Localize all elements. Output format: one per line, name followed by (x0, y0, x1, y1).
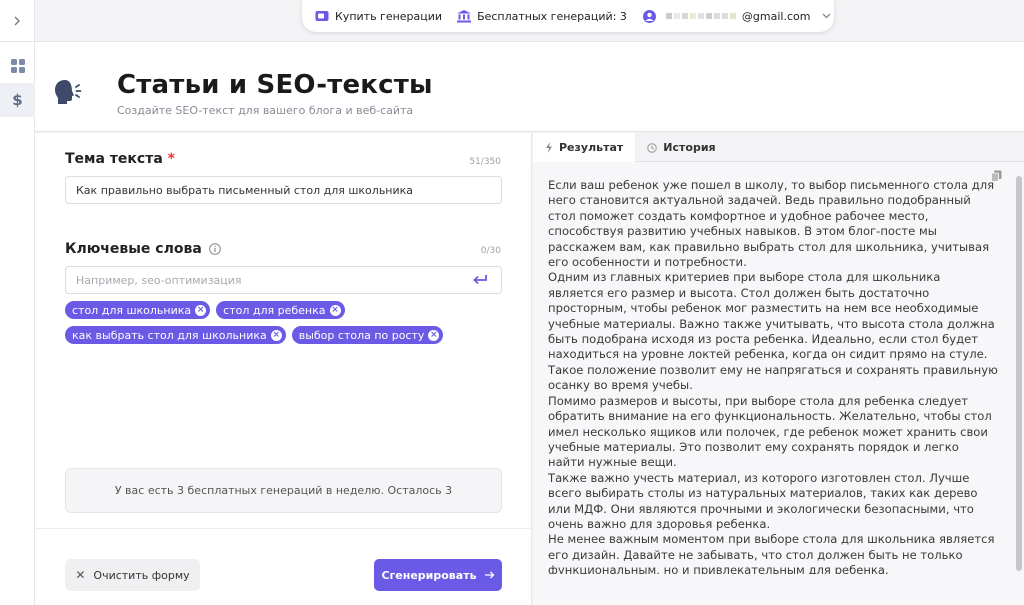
result-text: Если ваш ребенок уже пошел в школу, то в… (548, 178, 998, 574)
tab-result-label: Результат (559, 141, 624, 154)
tag-label: как выбрать стол для школьника (72, 328, 267, 342)
clock-icon (647, 142, 658, 153)
result-paragraph: Также важно учесть материал, из которого… (548, 470, 978, 531)
tab-history[interactable]: История (635, 133, 727, 162)
keywords-input[interactable]: Например, seo-оптимизация (65, 266, 502, 294)
info-icon[interactable] (208, 243, 221, 255)
result-paragraph: Если ваш ребенок уже пошел в школу, то в… (548, 178, 995, 270)
keyword-tag[interactable]: выбор стола по росту × (291, 326, 444, 344)
email-redacted (665, 13, 736, 19)
page-subtitle: Создайте SEO-текст для вашего блога и ве… (117, 104, 414, 117)
tab-history-label: История (663, 141, 716, 154)
page-title: Статьи и SEO-тексты (117, 70, 433, 100)
page-header: Статьи и SEO-тексты Создайте SEO-текст д… (35, 42, 1024, 132)
tag-label: стол для ребенка (223, 303, 326, 317)
result-panel: Результат История Если ваш ребенок уже п… (533, 133, 1024, 605)
tag-label: стол для школьника (72, 303, 192, 317)
topic-input[interactable]: Как правильно выбрать письменный стол дл… (65, 176, 502, 204)
generate-button[interactable]: Сгенерировать (374, 559, 502, 591)
chevron-right-icon (14, 16, 20, 25)
result-paragraph: Помимо размеров и высоты, при выборе сто… (548, 393, 992, 470)
keyword-tags: стол для школьника × стол для ребенка × ка… (65, 301, 502, 351)
topic-label-text: Тема текста (65, 151, 163, 167)
enter-icon[interactable] (472, 274, 488, 286)
keywords-counter: 0/30 (480, 246, 501, 256)
chevron-down-icon (822, 13, 831, 19)
free-generations-notice: У вас есть 3 бесплатных генераций в неде… (65, 468, 502, 513)
generate-label: Сгенерировать (381, 568, 477, 582)
remove-tag-icon[interactable]: × (329, 304, 341, 316)
top-bar: Купить генерации Бесплатных генераций: 3… (35, 0, 1024, 42)
close-icon: ✕ (75, 568, 86, 582)
keywords-placeholder: Например, seo-оптимизация (76, 273, 242, 287)
result-tabs: Результат История (533, 133, 1024, 162)
clear-form-button[interactable]: ✕ Очистить форму (65, 559, 200, 591)
speaking-head-icon (55, 80, 82, 104)
result-area: Если ваш ребенок уже пошел в школу, то в… (533, 162, 1024, 605)
scrollbar-thumb[interactable] (1016, 176, 1022, 571)
form-divider (35, 528, 532, 529)
remove-tag-icon[interactable]: × (428, 329, 440, 341)
tag-label: выбор стола по росту (298, 328, 425, 342)
free-generations-label: Бесплатных генераций: 3 (477, 9, 627, 23)
account-menu[interactable]: @gmail.com (642, 9, 832, 23)
account-pill: Купить генерации Бесплатных генераций: 3… (302, 0, 834, 32)
grid-icon (10, 59, 25, 73)
user-icon (642, 9, 656, 23)
clear-form-label: Очистить форму (93, 568, 190, 582)
free-generations-counter: Бесплатных генераций: 3 (457, 9, 627, 23)
lightning-icon (546, 142, 552, 153)
bank-icon (457, 9, 472, 22)
buy-generations-label: Купить генерации (335, 9, 443, 23)
tab-result[interactable]: Результат (533, 133, 636, 162)
keyword-tag[interactable]: как выбрать стол для школьника × (65, 326, 286, 344)
result-paragraph: Не менее важным моментом при выборе стол… (548, 532, 995, 574)
keywords-label: Ключевые слова (65, 241, 221, 257)
buy-generations-link[interactable]: Купить генерации (315, 10, 442, 23)
result-scrollbar[interactable] (1016, 176, 1022, 580)
side-rail: $ (0, 0, 35, 605)
remove-tag-icon[interactable]: × (195, 304, 207, 316)
expand-rail-button[interactable] (0, 0, 34, 42)
keyword-tag[interactable]: стол для ребенка × (216, 301, 345, 319)
keyword-tag[interactable]: стол для школьника × (65, 301, 211, 319)
rail-item-tools[interactable] (0, 49, 35, 83)
required-mark: * (167, 151, 175, 167)
rail-item-pricing[interactable]: $ (0, 83, 35, 117)
topic-counter: 51/350 (469, 157, 501, 167)
email-label: @gmail.com (741, 9, 811, 23)
result-paragraph: Одним из главных критериев при выборе ст… (548, 270, 998, 393)
form-panel: Тема текста * 51/350 Как правильно выбра… (35, 133, 532, 605)
arrow-right-icon (484, 571, 494, 579)
remove-tag-icon[interactable]: × (270, 329, 282, 341)
topic-label: Тема текста * (65, 151, 175, 167)
keywords-label-text: Ключевые слова (65, 241, 202, 257)
ticket-icon (315, 11, 329, 21)
dollar-icon: $ (12, 91, 23, 109)
